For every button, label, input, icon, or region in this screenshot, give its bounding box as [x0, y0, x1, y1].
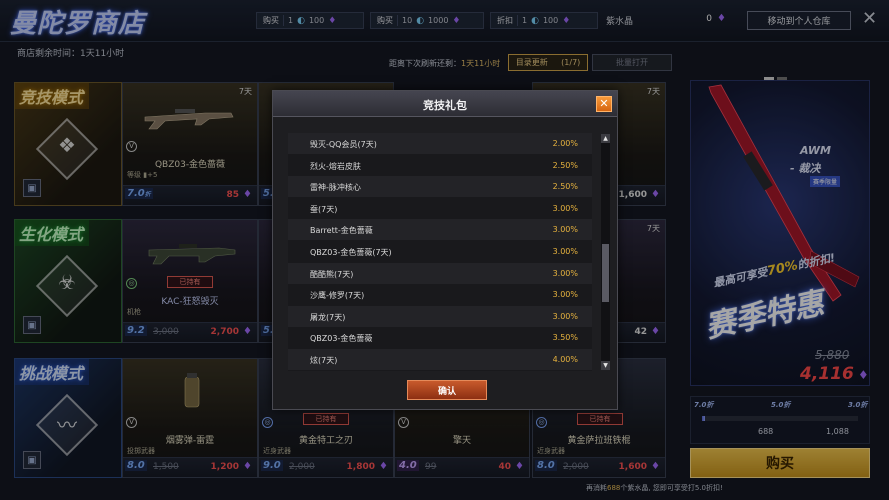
- drop-rate: 3.00%: [552, 225, 578, 235]
- item-name: 屠龙(7天): [310, 312, 346, 322]
- drop-rate: 4.00%: [552, 355, 578, 364]
- drop-rate: 3.00%: [552, 311, 578, 321]
- drop-rate: 3.50%: [552, 333, 578, 343]
- dialog-title: 竞技礼包: [423, 99, 467, 112]
- item-name: QBZ03-金色蔷薇: [310, 334, 373, 344]
- drop-rate: 3.00%: [552, 290, 578, 300]
- item-name: 毁灭-QQ会员(7天): [310, 140, 377, 149]
- list-item: 沙鹰-修罗(7天) 3.00%: [288, 284, 592, 305]
- scrollbar-thumb[interactable]: [602, 244, 609, 302]
- item-name: 蚕(7天): [310, 204, 338, 214]
- list-item: QBZ03-金色蔷薇 3.50%: [288, 327, 592, 348]
- close-icon[interactable]: ✕: [596, 96, 612, 112]
- item-name: 炫(7天): [310, 356, 338, 365]
- scroll-up-icon[interactable]: ▲: [601, 134, 610, 143]
- list-item: 炫(7天) 4.00%: [288, 349, 592, 370]
- drop-rate: 2.50%: [552, 182, 578, 192]
- list-item: QBZ03-金色蔷薇(7天) 3.00%: [288, 241, 592, 262]
- confirm-button[interactable]: 确认: [407, 380, 487, 400]
- scroll-down-icon[interactable]: ▼: [601, 361, 610, 370]
- drop-rate: 3.00%: [552, 247, 578, 256]
- item-name: 酷酷熊(7天): [310, 269, 354, 279]
- list-item: 屠龙(7天) 3.00%: [288, 305, 592, 327]
- drop-rate: 3.00%: [552, 268, 578, 278]
- list-item: Barrett-金色蔷薇 3.00%: [288, 219, 592, 241]
- list-item: 烈火-熔岩皮肤 2.50%: [288, 155, 592, 176]
- drop-rate: 2.50%: [552, 160, 578, 170]
- item-name: 烈火-熔岩皮肤: [310, 161, 361, 171]
- item-name: QBZ03-金色蔷薇(7天): [310, 248, 392, 257]
- item-name: Barrett-金色蔷薇: [310, 226, 373, 236]
- list-item: 酷酷熊(7天) 3.00%: [288, 262, 592, 284]
- list-item: 毁灭-QQ会员(7天) 2.00%: [288, 133, 592, 154]
- list-item: 雷神-脉冲核心 2.50%: [288, 176, 592, 198]
- item-name: 沙鹰-修罗(7天): [310, 291, 365, 301]
- list-item: 蚕(7天) 3.00%: [288, 198, 592, 219]
- drop-rate-list: 毁灭-QQ会员(7天) 2.00% 烈火-熔岩皮肤 2.50% 雷神-脉冲核心 2.5…: [288, 133, 592, 371]
- package-dialog: 竞技礼包 ✕ 毁灭-QQ会员(7天) 2.00% 烈火-熔岩皮肤 2.50% 雷神-…: [272, 90, 618, 410]
- drop-rate: 3.00%: [552, 203, 578, 213]
- item-name: 雷神-脉冲核心: [310, 183, 361, 193]
- drop-rate: 2.00%: [552, 139, 578, 148]
